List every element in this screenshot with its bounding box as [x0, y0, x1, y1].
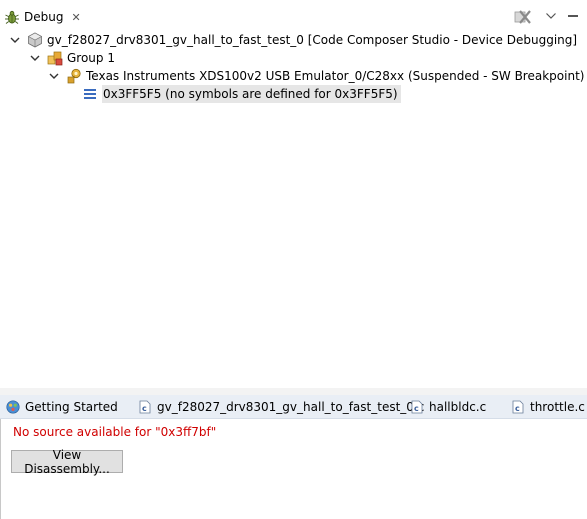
- c-file-icon: c: [411, 400, 423, 414]
- editor-body: No source available for "0x3ff7bf" View …: [0, 419, 587, 519]
- tree-label-launch: gv_f28027_drv8301_gv_hall_to_fast_test_0…: [47, 33, 578, 47]
- tab-hallbldc[interactable]: c hallbldc.c: [410, 397, 486, 417]
- chevron-down-icon[interactable]: [29, 52, 41, 64]
- getting-started-icon: [6, 400, 20, 414]
- tab-throttle[interactable]: c throttle.c: [511, 397, 585, 417]
- tab-label-getting-started: Getting Started: [25, 400, 118, 414]
- close-tab-icon[interactable]: ✕: [71, 12, 80, 23]
- editor-area: Getting Started c gv_f28027_drv8301_gv_h…: [0, 395, 587, 519]
- chevron-down-icon[interactable]: [48, 70, 60, 82]
- debug-tab[interactable]: Debug ✕: [4, 7, 81, 27]
- tree-row-target[interactable]: Texas Instruments XDS100v2 USB Emulator_…: [48, 67, 584, 85]
- tab-label-throttle: throttle.c: [530, 400, 585, 414]
- debug-target-icon: [67, 68, 81, 84]
- tab-label-hallbldc: hallbldc.c: [429, 400, 487, 414]
- tree-label-group: Group 1: [67, 51, 115, 65]
- svg-text:c: c: [142, 404, 147, 413]
- launch-config-icon: [27, 32, 43, 48]
- debug-view: Debug ✕ gv_f28027_drv8301_gv_hall_to_fas…: [0, 0, 587, 388]
- debug-view-tabbar: Debug ✕: [0, 0, 587, 31]
- selected-frame-highlight: 0x3FF5F5 (no symbols are defined for 0x3…: [102, 85, 401, 103]
- editor-tabbar: Getting Started c gv_f28027_drv8301_gv_h…: [0, 395, 587, 419]
- group-icon: [47, 51, 63, 66]
- tab-label-main-source: gv_f28027_drv8301_gv_hall_to_fast_test_0…: [157, 400, 425, 414]
- tree-label-target: Texas Instruments XDS100v2 USB Emulator_…: [86, 69, 585, 83]
- c-file-icon: c: [512, 400, 524, 414]
- tree-row-launch[interactable]: gv_f28027_drv8301_gv_hall_to_fast_test_0…: [9, 31, 577, 49]
- tree-label-stack-frame: 0x3FF5F5 (no symbols are defined for 0x3…: [103, 87, 398, 101]
- tab-getting-started[interactable]: Getting Started: [6, 397, 118, 417]
- no-source-message: No source available for "0x3ff7bf": [13, 425, 217, 439]
- view-disassembly-button[interactable]: View Disassembly...: [11, 448, 123, 476]
- svg-text:c: c: [515, 404, 520, 413]
- chevron-down-icon[interactable]: [9, 34, 21, 46]
- tree-row-group[interactable]: Group 1: [29, 49, 115, 67]
- tab-main-source[interactable]: c gv_f28027_drv8301_gv_hall_to_fast_test…: [138, 397, 424, 417]
- view-divider[interactable]: [0, 388, 587, 395]
- minimize-icon[interactable]: [566, 9, 580, 23]
- tree-row-stack-frame[interactable]: 0x3FF5F5 (no symbols are defined for 0x3…: [82, 85, 401, 103]
- c-file-icon: c: [139, 400, 151, 414]
- view-menu-chevron-icon[interactable]: [545, 11, 557, 21]
- bug-icon: [5, 10, 19, 24]
- stack-frame-icon: [84, 89, 96, 99]
- svg-text:c: c: [414, 404, 419, 413]
- remove-terminated-icon[interactable]: [514, 9, 532, 25]
- debug-tab-title: Debug: [24, 10, 64, 24]
